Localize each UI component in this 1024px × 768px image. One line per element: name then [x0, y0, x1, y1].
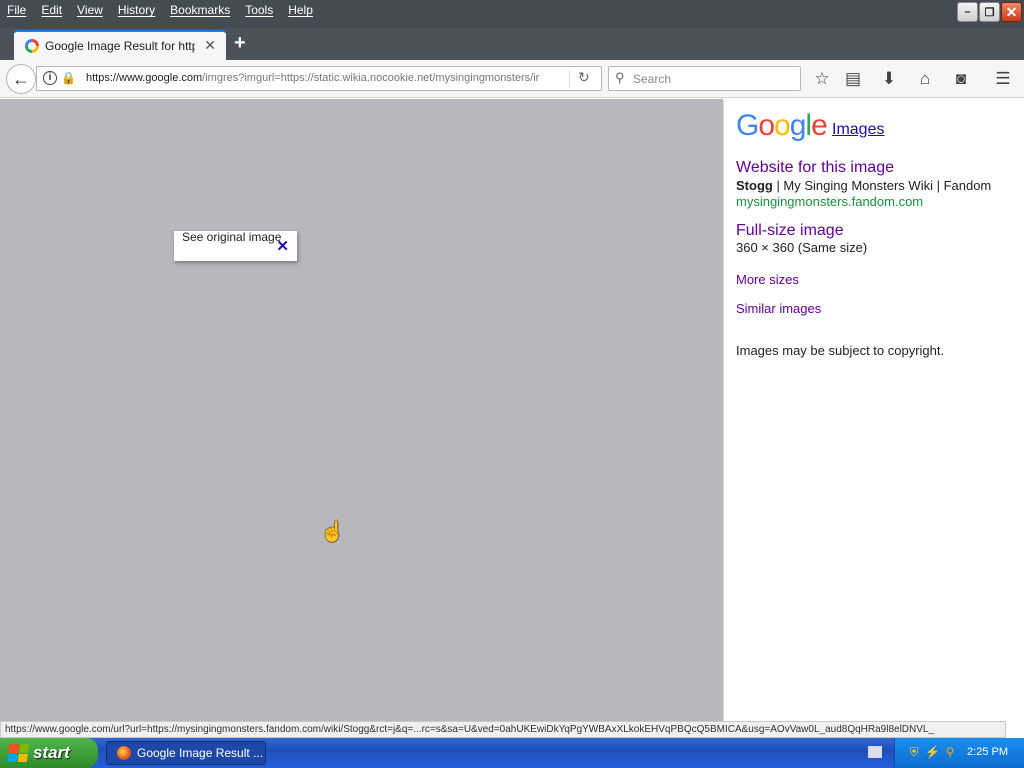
site-title-rest: | My Singing Monsters Wiki | Fandom — [772, 178, 992, 193]
site-title-bold: Stogg — [736, 178, 773, 193]
taskbar: start Google Image Result ... ⛨ ⚡ ⚲ 2:25… — [0, 738, 1024, 768]
menu-bookmarks[interactable]: Bookmarks — [163, 0, 238, 22]
menu-file[interactable]: File — [0, 0, 34, 22]
popup-close-icon[interactable]: ✕ — [276, 237, 289, 255]
url-path: /imgres?imgurl=https://static.wikia.noco… — [202, 72, 540, 84]
tab-close-icon[interactable]: ✕ — [204, 37, 216, 54]
menu-edit[interactable]: Edit — [34, 0, 70, 22]
lock-warning-icon[interactable]: 🔒 — [61, 71, 76, 85]
start-label: start — [33, 743, 70, 762]
firefox-icon — [117, 746, 131, 760]
new-tab-button[interactable]: + — [234, 32, 246, 55]
see-original-popup: See original image ✕ — [174, 230, 297, 261]
search-icon: ⚲ — [615, 70, 625, 85]
image-viewer[interactable]: See original image ✕ — [0, 99, 723, 721]
image-info-sidebar: Google Images Website for this image Sto… — [723, 99, 1024, 721]
close-window-button[interactable]: ✕ — [1001, 2, 1022, 22]
reading-list-icon[interactable]: ▤ — [841, 68, 865, 90]
menu-tools[interactable]: Tools — [238, 0, 281, 22]
url-text[interactable]: https://www.google.com/imgres?imgurl=htt… — [86, 72, 546, 84]
google-favicon-icon — [25, 39, 39, 53]
url-separator — [569, 70, 570, 88]
home-icon[interactable]: ⌂ — [913, 68, 937, 90]
search-bar[interactable]: ⚲ Search — [608, 66, 801, 91]
image-dimensions: 360 × 360 (Same size) — [736, 240, 868, 255]
back-button[interactable]: ← — [6, 64, 36, 94]
minimize-button[interactable]: – — [957, 2, 978, 22]
reload-icon[interactable]: ↻ — [578, 69, 590, 86]
tab-title: Google Image Result for http… — [45, 39, 195, 53]
google-logo[interactable]: Google — [736, 109, 828, 143]
windows-logo-icon — [6, 744, 30, 762]
menu-history[interactable]: History — [111, 0, 163, 22]
search-placeholder: Search — [633, 72, 672, 86]
address-bar[interactable]: i 🔒 https://www.google.com/imgres?imgurl… — [36, 66, 602, 91]
tab-google-image-result[interactable]: Google Image Result for http… ✕ — [14, 30, 226, 60]
download-icon[interactable]: ⬇ — [877, 68, 901, 90]
images-link[interactable]: Images — [832, 121, 884, 139]
tab-strip: Google Image Result for http… ✕ — [0, 28, 1024, 60]
more-sizes-link[interactable]: More sizes — [736, 272, 799, 287]
status-bar: https://www.google.com/url?url=https://m… — [0, 721, 1006, 738]
back-arrow-icon: ← — [12, 68, 30, 89]
clock: 2:25 PM — [967, 746, 1008, 758]
hamburger-menu-icon[interactable]: ☰ — [991, 68, 1015, 90]
see-original-image-link[interactable]: See original image — [182, 230, 281, 244]
info-icon[interactable]: i — [43, 71, 57, 85]
taskbar-item-label: Google Image Result ... — [137, 746, 264, 760]
website-for-image-link[interactable]: Website for this image — [736, 159, 894, 177]
hand-cursor-icon: ☝ — [320, 521, 345, 543]
restore-button[interactable]: ❐ — [979, 2, 1000, 22]
keyboard-icon[interactable] — [868, 746, 882, 758]
search-tray-icon[interactable]: ⚲ — [943, 745, 957, 759]
full-size-image-link[interactable]: Full-size image — [736, 222, 844, 240]
pocket-icon[interactable]: ◙ — [949, 68, 973, 90]
site-url: mysingingmonsters.fandom.com — [736, 194, 924, 209]
security-shield-icon[interactable]: ⛨ — [907, 745, 921, 759]
menu-bar: File Edit View History Bookmarks Tools H… — [0, 0, 321, 22]
start-button[interactable]: start — [0, 738, 98, 768]
menu-view[interactable]: View — [70, 0, 111, 22]
navigation-bar: ← i 🔒 https://www.google.com/imgres?imgu… — [0, 60, 1024, 98]
network-icon[interactable]: ⚡ — [925, 745, 940, 759]
bookmark-star-icon[interactable]: ☆ — [810, 68, 834, 90]
copyright-notice: Images may be subject to copyright. — [736, 343, 945, 358]
system-tray: ⛨ ⚡ ⚲ 2:25 PM — [894, 738, 1024, 768]
site-title: Stogg | My Singing Monsters Wiki | Fando… — [736, 178, 991, 193]
taskbar-item-firefox[interactable]: Google Image Result ... — [106, 741, 266, 765]
window-controls: – ❐ ✕ — [957, 2, 1022, 22]
similar-images-link[interactable]: Similar images — [736, 301, 821, 316]
menu-help[interactable]: Help — [281, 0, 321, 22]
url-host: https://www.google.com — [86, 72, 203, 84]
title-bar: File Edit View History Bookmarks Tools H… — [0, 0, 1024, 28]
